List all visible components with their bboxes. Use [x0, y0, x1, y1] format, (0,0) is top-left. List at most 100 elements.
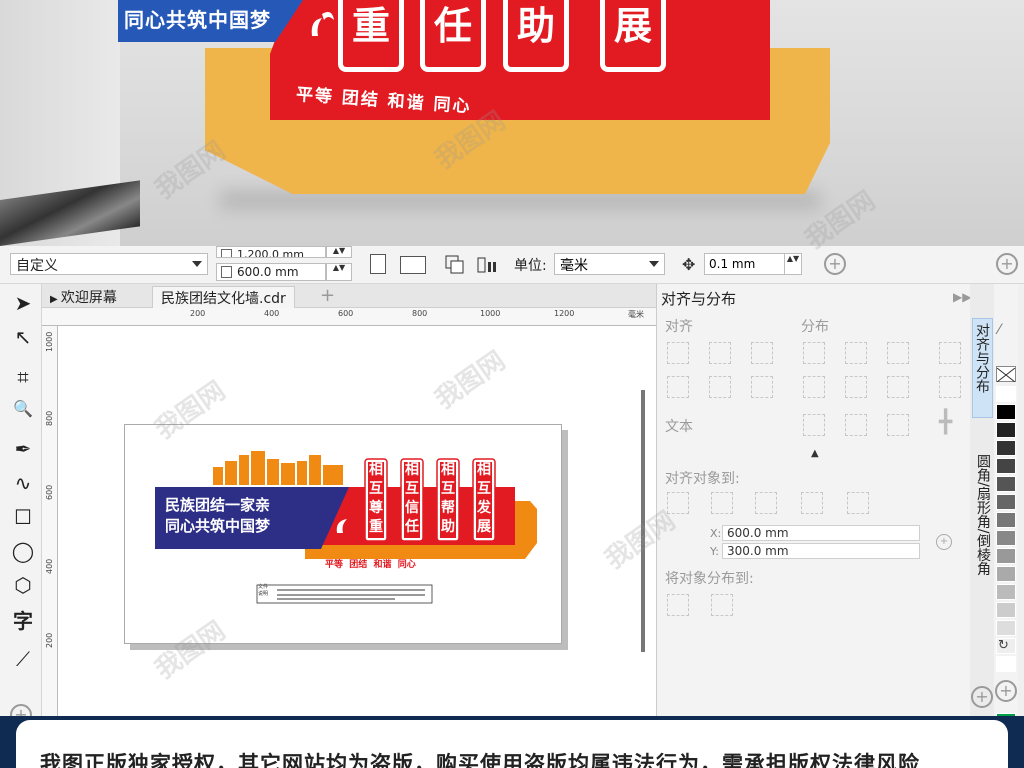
color-swatch[interactable]: [996, 404, 1016, 420]
distribute-center-button[interactable]: [845, 342, 867, 364]
align-to-label: 对齐对象到:: [665, 471, 740, 487]
text-line-button[interactable]: [845, 414, 867, 436]
color-swatch[interactable]: [996, 512, 1016, 528]
page-preset-value: 自定义: [16, 258, 58, 274]
add-icon[interactable]: +: [996, 253, 1018, 275]
color-swatch[interactable]: [996, 548, 1016, 564]
vertical-scrollbar[interactable]: [641, 390, 645, 652]
align-top-button[interactable]: [667, 376, 689, 398]
tab-document[interactable]: 民族团结文化墙.cdr: [152, 286, 295, 308]
distribute-middle-button[interactable]: [845, 376, 867, 398]
units-select[interactable]: 毫米: [554, 253, 665, 275]
add-preset-icon[interactable]: +: [824, 253, 846, 275]
distribute-left-button[interactable]: [803, 342, 825, 364]
copyright-notice: 我图正版独家授权，其它网站均为盗版，购买使用盗版均属违法行为，需承担版权法律风险: [40, 752, 920, 768]
all-pages-icon[interactable]: [444, 254, 466, 276]
color-swatch[interactable]: [996, 476, 1016, 492]
crop-tool-icon[interactable]: ⌗: [8, 362, 38, 392]
shape-tool-icon[interactable]: ↖: [8, 322, 38, 352]
color-swatch[interactable]: [996, 494, 1016, 510]
color-swatch[interactable]: [996, 656, 1016, 672]
color-swatch[interactable]: [996, 530, 1016, 546]
document-page[interactable]: 民族团结一家亲 同心共筑中国梦 相互尊重 相互信任 相互帮助 相互发展 平等 团…: [124, 424, 562, 644]
docker-title: 对齐与分布: [661, 290, 737, 308]
color-palette: ⁄ ↻ +: [994, 284, 1018, 768]
add-palette-icon[interactable]: +: [995, 680, 1017, 702]
tab-welcome[interactable]: ▶ 欢迎屏幕: [42, 286, 125, 308]
render-blue-text: 同心共筑中国梦: [124, 8, 271, 32]
align-bottom-button[interactable]: [751, 376, 773, 398]
color-swatch[interactable]: [996, 440, 1016, 456]
color-swatch[interactable]: [996, 422, 1016, 438]
distribute-to-label: 将对象分布到:: [665, 571, 754, 587]
column-char: 相: [405, 462, 419, 478]
landscape-button[interactable]: [400, 256, 426, 274]
color-swatch[interactable]: [996, 566, 1016, 582]
page-preset-select[interactable]: 自定义: [10, 253, 208, 275]
align-center-h-button[interactable]: [709, 342, 731, 364]
tab-fillet[interactable]: 圆角/扇形角/倒棱角: [972, 450, 993, 610]
no-color-swatch[interactable]: [996, 366, 1016, 383]
palette-options-icon[interactable]: ↻: [998, 638, 1009, 653]
align-left-button[interactable]: [667, 342, 689, 364]
distribute-spacing-button[interactable]: [887, 342, 909, 364]
eyedropper-icon[interactable]: ⁄: [998, 322, 1000, 338]
color-swatch[interactable]: [996, 386, 1016, 402]
portrait-button[interactable]: [370, 254, 386, 274]
page-height-field[interactable]: 600.0 mm: [216, 263, 326, 281]
polygon-tool-icon[interactable]: ⬡: [8, 570, 38, 600]
chevron-down-icon: [192, 261, 202, 267]
distribute-to-selection-button[interactable]: [667, 594, 689, 616]
align-right-button[interactable]: [751, 342, 773, 364]
docker-tabs: 对齐与分布 圆角/扇形角/倒棱角 +: [970, 284, 994, 768]
page-width-field[interactable]: 1,200.0 mm: [216, 246, 326, 258]
zoom-tool-icon[interactable]: 🔍: [8, 394, 38, 424]
text-bbox-button[interactable]: [887, 414, 909, 436]
current-page-icon[interactable]: [476, 254, 498, 276]
height-stepper[interactable]: ▲▼: [326, 263, 352, 281]
distribute-bottom-button[interactable]: [939, 376, 961, 398]
new-tab-icon[interactable]: +: [320, 285, 335, 306]
distribute-vspacing-button[interactable]: [887, 376, 909, 398]
align-center-v-button[interactable]: [709, 376, 731, 398]
tab-align-distribute-label: 对齐与分布: [974, 323, 990, 393]
color-swatch[interactable]: [996, 458, 1016, 474]
x-position-field[interactable]: 600.0 mm: [722, 525, 920, 541]
align-to-point-button[interactable]: [847, 492, 869, 514]
add-docker-icon[interactable]: +: [971, 686, 993, 708]
ruler-tick: 400: [45, 558, 54, 574]
distribute-to-page-button[interactable]: [711, 594, 733, 616]
align-to-page-edge-button[interactable]: [711, 492, 733, 514]
docker-expand-icon[interactable]: ▶▶: [953, 290, 971, 304]
y-position-field[interactable]: 300.0 mm: [722, 543, 920, 559]
column-char: 相: [477, 462, 491, 478]
nudge-stepper[interactable]: ▲▼: [784, 253, 802, 275]
ellipse-tool-icon[interactable]: ◯: [8, 536, 38, 566]
column-char: 互: [441, 481, 455, 497]
collapse-icon[interactable]: ▲: [811, 448, 819, 459]
text-tool-icon[interactable]: 字: [8, 606, 38, 636]
tab-align-distribute[interactable]: 对齐与分布: [972, 318, 993, 418]
color-swatch[interactable]: [996, 602, 1016, 618]
rectangle-tool-icon[interactable]: ☐: [8, 502, 38, 532]
color-swatch[interactable]: [996, 584, 1016, 600]
text-baseline-button[interactable]: [803, 414, 825, 436]
distribute-section-label: 分布: [801, 319, 829, 335]
column-1: 相互尊重: [368, 461, 384, 537]
distribute-right-button[interactable]: [939, 342, 961, 364]
anchor-icon[interactable]: ╋: [939, 412, 961, 436]
pick-tool-icon[interactable]: ➤: [8, 288, 38, 318]
pen-tool-icon[interactable]: ✒: [8, 434, 38, 464]
target-icon[interactable]: +: [936, 534, 952, 550]
ruler-tick: 200: [190, 309, 206, 318]
connector-tool-icon[interactable]: ⟋: [8, 644, 38, 674]
color-swatch[interactable]: [996, 620, 1016, 636]
width-stepper[interactable]: ▲▼: [326, 246, 352, 258]
distribute-top-button[interactable]: [803, 376, 825, 398]
curve-tool-icon[interactable]: ∿: [8, 468, 38, 498]
nudge-value: 0.1 mm: [709, 257, 756, 271]
align-to-grid-button[interactable]: [801, 492, 823, 514]
align-to-active-button[interactable]: [667, 492, 689, 514]
align-to-page-center-button[interactable]: [755, 492, 777, 514]
height-icon: [221, 266, 232, 278]
